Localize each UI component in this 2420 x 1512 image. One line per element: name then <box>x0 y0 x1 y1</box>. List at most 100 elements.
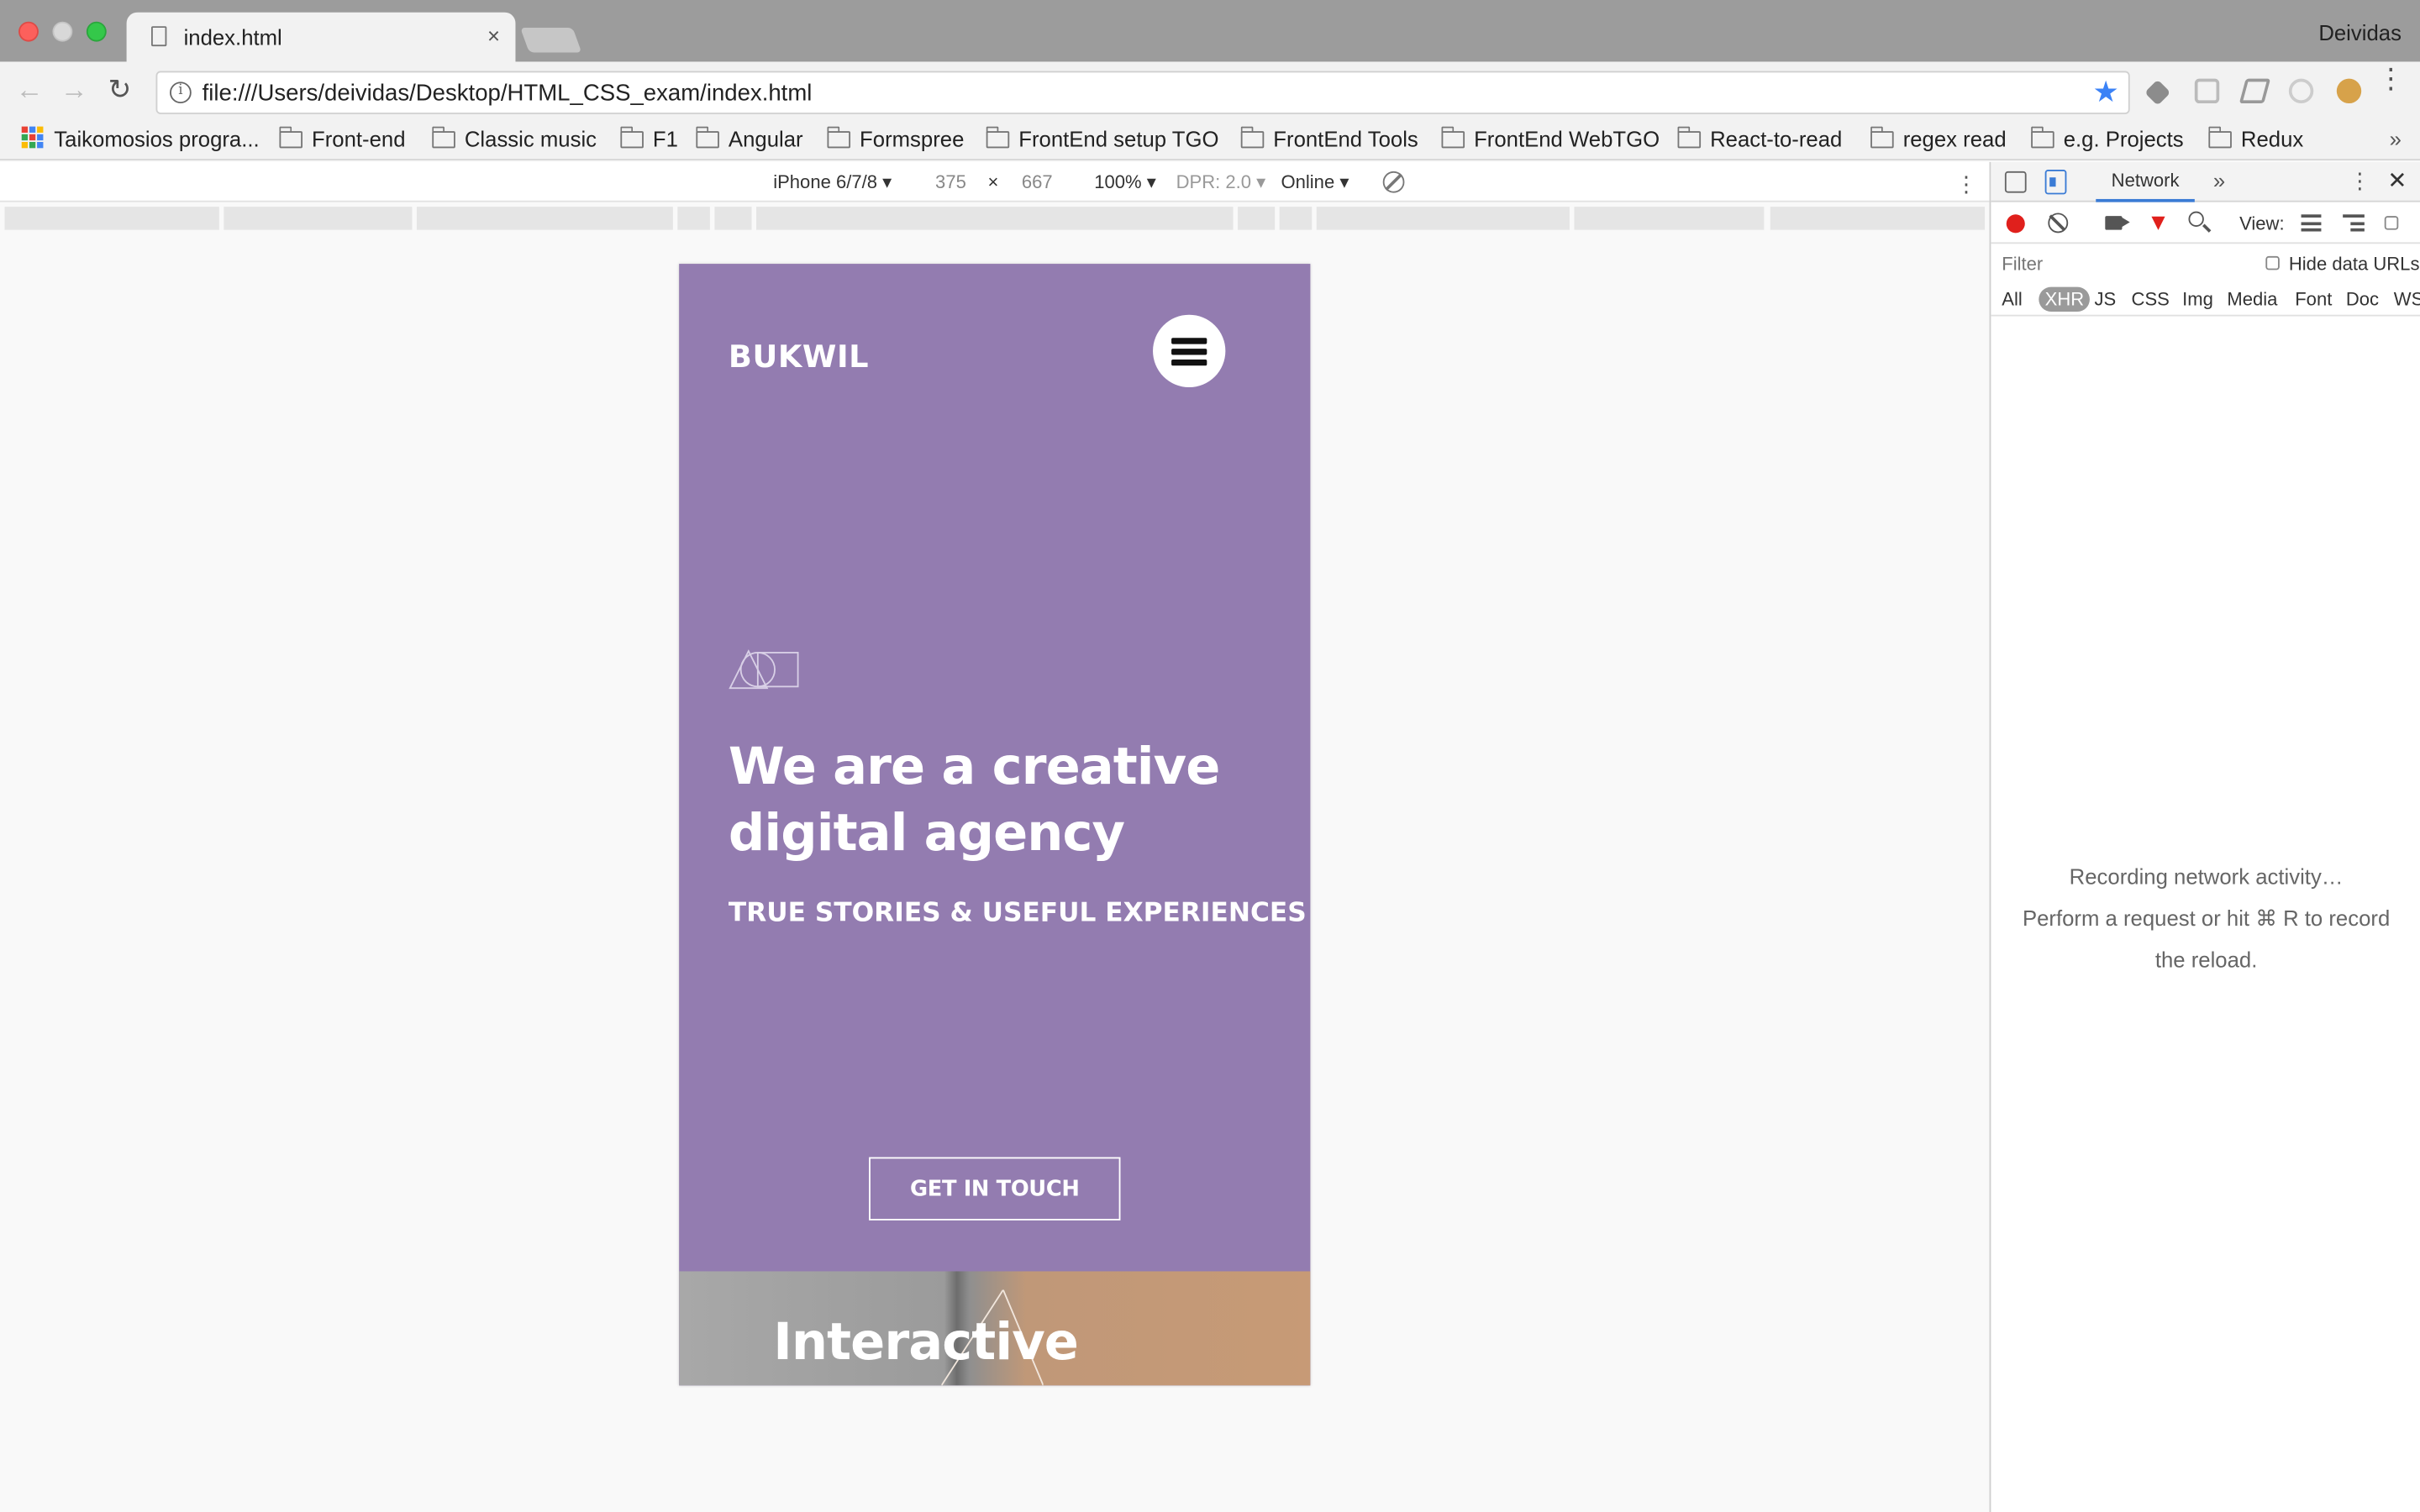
bookmarks-overflow-icon[interactable]: » <box>2390 127 2402 151</box>
bookmark-folder[interactable]: F1 <box>620 127 678 151</box>
bookmark-folder[interactable]: Classic music <box>432 127 597 151</box>
dpr-select[interactable]: DPR: 2.0 ▾ <box>1176 171 1266 193</box>
record-icon[interactable] <box>2006 214 2025 234</box>
bookmark-folder[interactable]: Angular <box>696 127 803 151</box>
bookmark-label: F1 <box>652 126 678 151</box>
tab-title: index.html <box>183 24 282 50</box>
bookmark-folder[interactable]: FrontEnd Tools <box>1240 126 1418 151</box>
browser-toolbar: ← → ↻ i file:///Users/deividas/Desktop/H… <box>0 61 2420 123</box>
resource-type-filters: All XHR JS CSS Img Media Font Doc WS <box>1991 282 2420 317</box>
device-mode-icon[interactable] <box>2044 170 2067 195</box>
media-query-bar[interactable] <box>224 207 413 230</box>
bookmark-folder[interactable]: regex read <box>1870 127 2007 151</box>
dimension-separator: × <box>987 171 999 193</box>
bookmark-label: FrontEnd WebTGO <box>1474 126 1660 151</box>
more-tabs-icon[interactable]: » <box>2213 168 2225 192</box>
zoom-select[interactable]: 100% ▾ <box>1094 171 1156 193</box>
tab-close-icon[interactable]: × <box>487 24 500 48</box>
new-tab-button[interactable] <box>520 28 582 53</box>
device-select[interactable]: iPhone 6/7/8 ▾ <box>773 171 892 193</box>
tab-network[interactable]: Network <box>2096 162 2195 202</box>
filter-input[interactable] <box>1996 249 2244 278</box>
hamburger-menu-icon[interactable] <box>1153 314 1226 388</box>
devtools-menu-icon[interactable]: ⋮ <box>2349 168 2371 194</box>
bookmark-folder[interactable]: FrontEnd setup TGO <box>986 127 1218 151</box>
back-icon[interactable]: ← <box>15 74 43 107</box>
hide-data-urls-checkbox[interactable] <box>2265 255 2280 270</box>
bookmark-folder[interactable]: FrontEnd WebTGO <box>1441 126 1660 151</box>
group-by-frame-checkbox[interactable] <box>2384 216 2399 230</box>
media-query-bar[interactable] <box>1574 207 1765 230</box>
site-logo[interactable]: BUKWIL <box>729 338 869 375</box>
zoom-window-button[interactable] <box>86 21 107 42</box>
browser-menu-icon[interactable]: ⋮ <box>2377 65 2405 92</box>
bookmark-star-icon[interactable]: ★ <box>2093 76 2119 111</box>
address-bar[interactable]: i file:///Users/deividas/Desktop/HTML_CS… <box>155 71 2130 114</box>
network-throttle-select[interactable]: Online ▾ <box>1281 171 1349 193</box>
search-icon[interactable] <box>2188 211 2204 227</box>
folder-icon <box>2208 126 2232 149</box>
device-toolbar-menu-icon[interactable]: ⋮ <box>1955 171 1977 197</box>
devtools-panel: Network » ⋮ ✕ ▼ View: Hide data URLs All… <box>1989 161 2420 1512</box>
extension-icon-3[interactable] <box>2238 78 2271 104</box>
viewport-height-field[interactable]: 667 <box>1022 171 1053 193</box>
viewport-width-field[interactable]: 375 <box>935 171 966 193</box>
filter-img[interactable]: Img <box>2176 287 2219 312</box>
filter-icon[interactable]: ▼ <box>2147 212 2170 235</box>
bookmark-folder[interactable]: Front-end <box>279 127 406 151</box>
inspect-element-icon[interactable] <box>2004 171 2027 193</box>
extension-icon-2[interactable] <box>2194 78 2220 104</box>
extension-icon-4[interactable] <box>2288 78 2314 104</box>
mobile-page: BUKWIL We are a creative digital agency … <box>679 264 1311 1386</box>
apps-grid-icon[interactable] <box>21 126 44 149</box>
waterfall-icon[interactable] <box>2343 214 2365 231</box>
bookmark-folder[interactable]: e.g. Projects <box>2031 127 2184 151</box>
extension-icon-1[interactable] <box>2144 79 2171 106</box>
filter-ws[interactable]: WS <box>2387 287 2420 312</box>
filter-media[interactable]: Media <box>2221 287 2284 312</box>
media-query-bar[interactable] <box>1279 207 1313 230</box>
clear-icon[interactable] <box>2048 213 2069 234</box>
capture-screenshots-icon[interactable] <box>2105 216 2130 230</box>
bookmark-folder[interactable]: Formspree <box>827 127 964 151</box>
section-title: Interactive <box>773 1311 1079 1372</box>
filter-all[interactable]: All <box>1996 287 2028 312</box>
media-query-bar[interactable] <box>755 207 1234 230</box>
info-icon[interactable]: i <box>170 81 192 104</box>
folder-icon <box>620 126 644 149</box>
close-devtools-icon[interactable]: ✕ <box>2387 166 2407 194</box>
filter-js[interactable]: JS <box>2088 287 2122 312</box>
rotate-icon[interactable] <box>1382 171 1405 193</box>
filter-css[interactable]: CSS <box>2125 287 2175 312</box>
media-query-bar[interactable] <box>677 207 710 230</box>
interactive-section: Interactive <box>679 1271 1311 1386</box>
bookmark-label: FrontEnd Tools <box>1273 126 1418 151</box>
large-rows-icon[interactable] <box>2301 214 2322 232</box>
filter-font[interactable]: Font <box>2289 287 2338 312</box>
forward-icon[interactable]: → <box>60 74 88 107</box>
media-query-bar[interactable] <box>416 207 673 230</box>
minimize-window-button[interactable] <box>52 21 73 42</box>
bookmark-folder[interactable]: Redux <box>2208 127 2303 151</box>
bookmark-folder[interactable]: React-to-read <box>1677 126 1842 151</box>
browser-tab[interactable]: index.html × <box>126 12 516 62</box>
media-query-bar[interactable] <box>714 207 752 230</box>
get-in-touch-button[interactable]: GET IN TOUCH <box>869 1157 1121 1221</box>
folder-icon <box>1677 126 1702 149</box>
media-query-bar[interactable] <box>4 207 219 230</box>
folder-icon <box>1870 126 1894 149</box>
hero-tagline: TRUE STORIES & USEFUL EXPERIENCES <box>728 897 1307 929</box>
filter-row: Hide data URLs <box>1991 245 2420 282</box>
filter-xhr[interactable]: XHR <box>2039 286 2091 312</box>
profile-name[interactable]: Deividas <box>2318 20 2402 45</box>
reload-icon[interactable]: ↻ <box>108 74 132 107</box>
bookmark-item[interactable]: Taikomosios progra... <box>54 127 259 151</box>
filter-doc[interactable]: Doc <box>2339 287 2385 312</box>
close-window-button[interactable] <box>18 21 39 42</box>
media-query-bar[interactable] <box>1316 207 1570 230</box>
url-text[interactable]: file:///Users/deividas/Desktop/HTML_CSS_… <box>203 81 813 107</box>
browser-window: index.html × Deividas ← → ↻ i file:///Us… <box>0 0 2420 1512</box>
media-query-bar[interactable] <box>1238 207 1276 230</box>
media-query-bar[interactable] <box>1770 207 1986 230</box>
cookie-extension-icon[interactable] <box>2336 78 2362 104</box>
